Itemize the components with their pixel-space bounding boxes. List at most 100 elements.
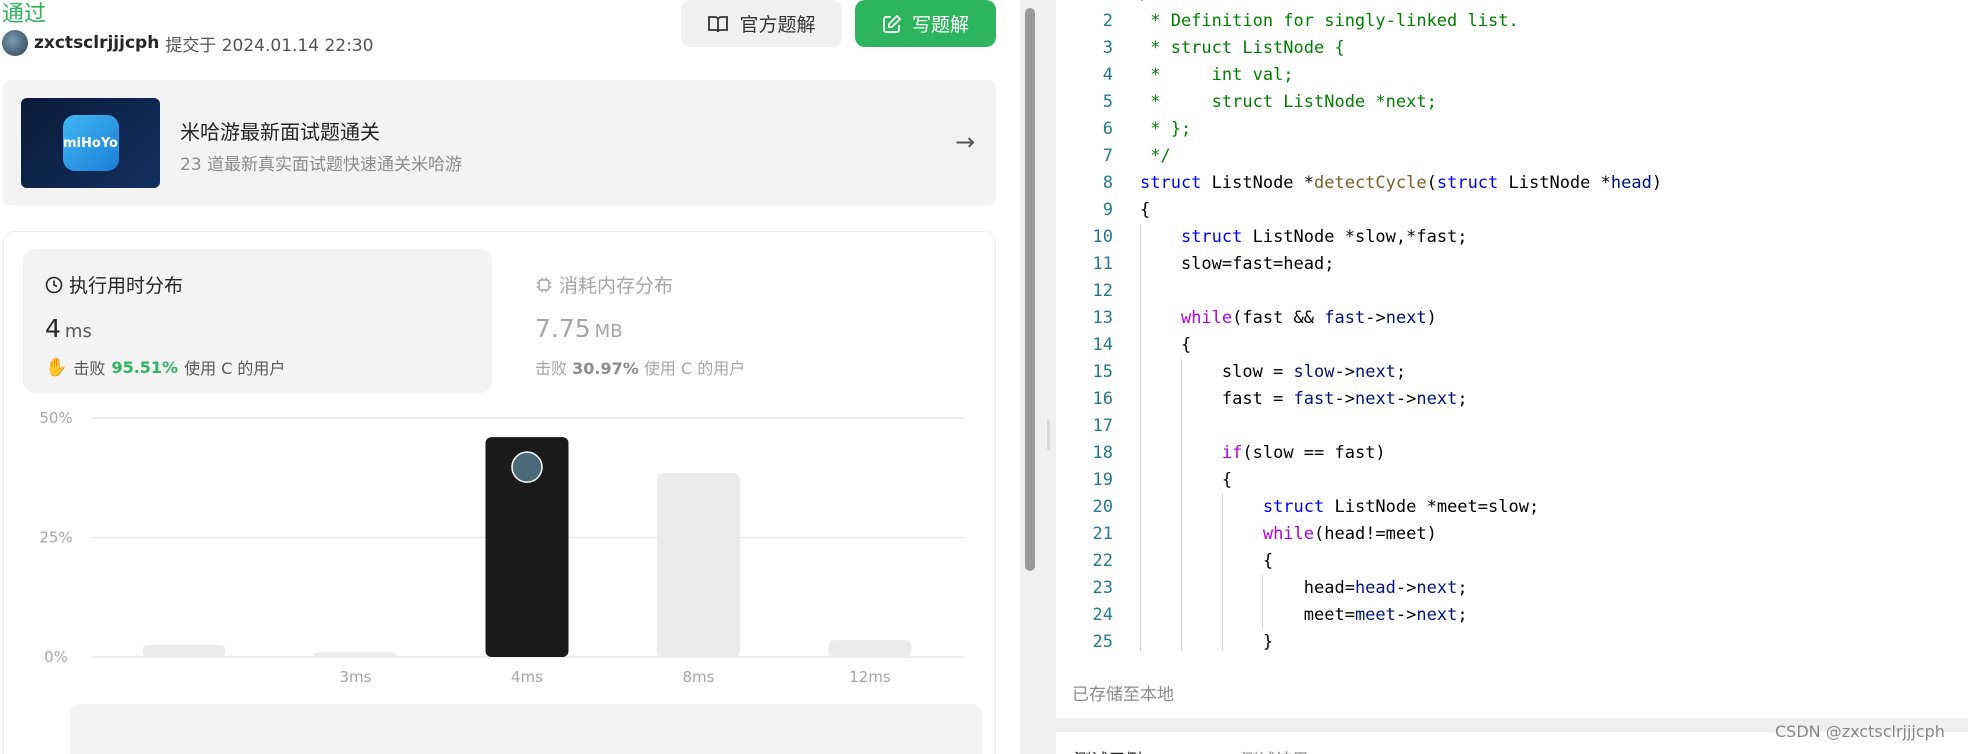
indent-guide [1180,575,1182,602]
indent-guide [1140,224,1141,251]
write-solution-button[interactable]: 写题解 [855,0,996,47]
code-token: -> [1395,389,1417,409]
code-text: struct ListNode *detectCycle(struct List… [1140,170,1662,197]
resize-handle[interactable] [1047,420,1050,450]
code-token: ListNode *slow,*fast; [1242,227,1468,247]
code-token: ListNode * [1201,173,1315,193]
code-token: slow [1293,362,1335,382]
code-token: while [1262,524,1315,544]
code-line[interactable]: 17 [1056,413,1968,440]
line-number: 14 [1092,335,1113,355]
bar[interactable] [142,645,226,657]
indent-guide [1180,494,1182,521]
code-line[interactable]: 4 * int val; [1056,62,1968,89]
indent-guide [1140,602,1141,629]
submission-panel: 通过 zxctsclrjjjcph 提交于 2024.01.14 22:30 官… [0,0,1020,754]
code-line[interactable]: 10 struct ListNode *slow,*fast; [1056,224,1968,251]
code-token: */ [1140,146,1171,166]
submitted-time: 提交于 2024.01.14 22:30 [165,35,374,56]
code-text: * struct ListNode *next; [1140,89,1437,116]
line-number: 2 [1102,11,1113,31]
code-line[interactable]: 2 * Definition for singly-linked list. [1056,8,1968,35]
indent-guide [1140,278,1141,305]
left-scrollbar[interactable] [1025,8,1035,571]
indent-guide [1221,521,1223,548]
line-number: 24 [1092,605,1113,625]
user-avatar-marker [511,451,543,483]
code-token: fast = [1140,389,1294,409]
code-text: while(head!=meet) [1140,521,1437,548]
code-token: * int val; [1140,65,1294,85]
code-line[interactable]: 14 { [1056,332,1968,359]
code-line[interactable]: 11 slow=fast=head; [1056,251,1968,278]
code-line[interactable]: 24 meet=meet->next; [1056,602,1968,629]
code-line[interactable]: 5 * struct ListNode *next; [1056,89,1968,116]
code-token: detectCycle [1314,173,1427,193]
line-number: 3 [1102,38,1113,58]
code-line[interactable]: 20 struct ListNode *meet=slow; [1056,494,1968,521]
bar[interactable] [314,652,397,657]
code-text: fast = fast->next->next; [1140,386,1468,413]
code-text: struct ListNode *meet=slow; [1140,494,1539,521]
bar[interactable] [657,472,740,657]
code-line[interactable]: 6 * }; [1056,116,1968,143]
code-text: * int val; [1140,62,1294,89]
code-token: meet [1354,605,1396,625]
code-line[interactable]: 13 while(fast && fast->next) [1056,305,1968,332]
promo-card[interactable]: miHoYo 米哈游最新面试题通关 23 道最新真实面试题快速通关米哈游 → [3,80,996,205]
book-icon [708,15,729,32]
code-token: ListNode *meet=slow; [1324,497,1540,517]
code-line[interactable]: 3 * struct ListNode { [1056,35,1968,62]
code-line[interactable]: 23 head=head->next; [1056,575,1968,602]
indent-guide [1180,386,1182,413]
code-token: next [1416,605,1458,625]
code-line[interactable]: 21 while(head!=meet) [1056,521,1968,548]
indent-guide [1262,575,1264,602]
avatar[interactable] [2,30,28,56]
code-token: ) [1426,308,1437,328]
code-line[interactable]: 18 if(slow == fast) [1056,440,1968,467]
code-token: ListNode * [1498,173,1611,193]
code-line[interactable]: 19 { [1056,467,1968,494]
indent-guide [1180,548,1182,575]
indent-guide [1140,521,1141,548]
code-token: struct [1180,227,1243,247]
line-number: 22 [1092,551,1113,571]
code-token: -> [1395,605,1417,625]
code-text: } [1140,629,1273,651]
code-token: struct [1436,173,1499,193]
code-line[interactable]: 12 [1056,278,1968,305]
indent-guide [1180,467,1182,494]
code-line[interactable]: 7 */ [1056,143,1968,170]
indent-guide [1221,548,1223,575]
bar[interactable] [828,640,912,657]
code-token: head [1610,173,1652,193]
code-line[interactable]: 9{ [1056,197,1968,224]
code-token: (head!=meet) [1314,524,1437,544]
code-token: ; [1457,389,1468,409]
line-number: 23 [1092,578,1113,598]
code-area[interactable]: 1 /* 2 * Definition for singly-linked list… [1056,0,1968,651]
line-number: 1 [1056,0,1113,8]
code-line[interactable]: 16 fast = fast->next->next; [1056,386,1968,413]
author-name[interactable]: zxctsclrjjjcph [34,33,159,53]
code-line[interactable]: 25 } [1056,629,1968,651]
indent-guide [1140,548,1141,575]
code-line[interactable]: 22 { [1056,548,1968,575]
line-number: 19 [1092,470,1113,490]
distribution-subchart [70,704,982,754]
official-solution-label: 官方题解 [739,14,816,36]
code-token: next [1354,389,1396,409]
code-editor[interactable]: 1 /* 2 * Definition for singly-linked list… [1056,0,1968,718]
official-solution-button[interactable]: 官方题解 [681,0,842,47]
code-line[interactable]: 8 struct ListNode *detectCycle(struct Lis… [1056,170,1968,197]
line-number: 18 [1092,443,1113,463]
status-label: 通过 [2,2,47,27]
tab-test-case[interactable]: 测试用例 [1074,746,1142,754]
author-row: zxctsclrjjjcph 提交于 2024.01.14 22:30 [2,30,373,56]
code-line[interactable]: 1 /* [1056,0,1968,8]
tab-test-result[interactable]: 测试结果 [1241,746,1309,754]
code-line[interactable]: 15 slow = slow->next; [1056,359,1968,386]
